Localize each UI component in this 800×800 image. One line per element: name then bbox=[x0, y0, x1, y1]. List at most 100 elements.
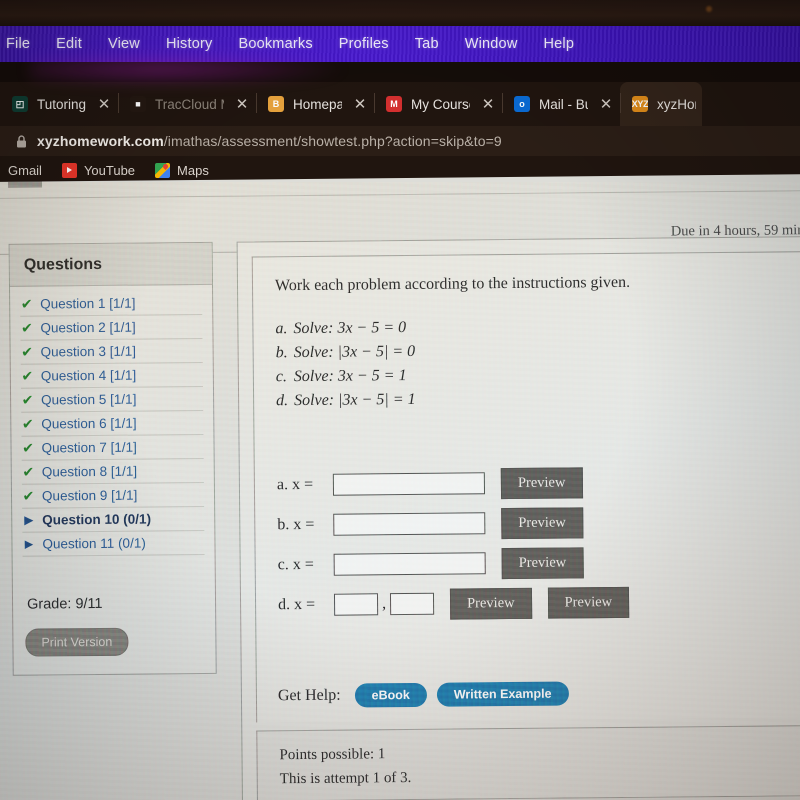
questions-title: Questions bbox=[23, 255, 103, 274]
os-menu-item-tab[interactable]: Tab bbox=[402, 36, 452, 52]
written-example-button[interactable]: Written Example bbox=[436, 681, 569, 707]
answer-row-4: d. x =, Preview Preview bbox=[278, 580, 800, 625]
sidebar-question-label: Question 5 [1/1] bbox=[41, 391, 137, 408]
page-divider bbox=[0, 190, 800, 199]
checkmark-icon: ✔ bbox=[22, 439, 34, 456]
os-menu-item-help[interactable]: Help bbox=[531, 36, 588, 52]
close-icon[interactable]: ✕ bbox=[234, 95, 250, 113]
bookmark-maps[interactable]: Maps bbox=[155, 162, 209, 178]
close-icon[interactable]: ✕ bbox=[598, 95, 614, 113]
sidebar-question-label: Question 3 [1/1] bbox=[40, 343, 137, 360]
print-version-button[interactable]: Print Version bbox=[25, 627, 129, 657]
answer-separator: , bbox=[381, 595, 387, 613]
os-menu-item-bookmarks[interactable]: Bookmarks bbox=[225, 36, 325, 52]
answer-input-3[interactable] bbox=[333, 552, 486, 576]
ebook-button[interactable]: eBook bbox=[354, 682, 427, 708]
sidebar-question-4[interactable]: ✔ Question 4 [1/1] bbox=[20, 362, 203, 389]
question-card: Work each problem according to the instr… bbox=[236, 235, 800, 800]
browser-tab-3[interactable]: B Homepage - ✕ bbox=[256, 82, 374, 126]
sidebar-question-1[interactable]: ✔ Question 1 [1/1] bbox=[20, 290, 203, 317]
browser-tab-2[interactable]: ■ TracCloud Ma ✕ bbox=[118, 82, 256, 126]
sidebar-question-label: Question 8 [1/1] bbox=[41, 463, 138, 480]
answer-input-2[interactable] bbox=[333, 512, 486, 536]
problem-letter: d. bbox=[276, 392, 289, 410]
checkmark-icon: ✔ bbox=[21, 367, 34, 384]
sidebar-question-label: Question 2 [1/1] bbox=[40, 319, 136, 336]
os-menu-item-file[interactable]: File bbox=[2, 36, 43, 52]
sidebar-question-11[interactable]: ▶ Question 11 (0/1) bbox=[22, 530, 205, 557]
sidebar-question-3[interactable]: ✔ Question 3 [1/1] bbox=[20, 338, 203, 365]
answer-input-4-2[interactable] bbox=[389, 592, 435, 616]
sidebar-question-label: Question 7 [1/1] bbox=[41, 439, 137, 456]
sidebar-question-8[interactable]: ✔ Question 8 [1/1] bbox=[21, 458, 204, 485]
grade-text: Grade: 9/11 bbox=[26, 595, 103, 613]
sidebar-question-7[interactable]: ✔ Question 7 [1/1] bbox=[21, 434, 204, 461]
sidebar-question-label: Question 6 [1/1] bbox=[41, 415, 137, 432]
preview-button-4-2[interactable]: Preview bbox=[547, 586, 630, 619]
problem-text: Solve: |3x − 5| = 1 bbox=[294, 390, 416, 410]
checkmark-icon: ✔ bbox=[21, 343, 34, 360]
sidebar-question-9[interactable]: ✔ Question 9 [1/1] bbox=[21, 482, 205, 509]
browser-tab-1[interactable]: ◰ Tutoring Serv ✕ bbox=[0, 82, 118, 126]
browser-tab-title: Tutoring Serv bbox=[37, 96, 86, 112]
question-body: Work each problem according to the instr… bbox=[251, 250, 800, 723]
os-menu-bar: File Edit View History Bookmarks Profiles Tab W… bbox=[0, 26, 800, 62]
browser-tab-4[interactable]: M My Course - ✕ bbox=[374, 82, 502, 126]
checkmark-icon: ✔ bbox=[20, 295, 33, 312]
checkmark-icon: ✔ bbox=[21, 391, 34, 408]
bookmark-gmail[interactable]: Gmail bbox=[8, 163, 42, 178]
bookmark-label: Gmail bbox=[8, 162, 42, 178]
sidebar-question-5[interactable]: ✔ Question 5 [1/1] bbox=[20, 386, 204, 413]
sidebar-question-10[interactable]: ▶ Question 10 (0/1) bbox=[22, 506, 205, 533]
sidebar-question-2[interactable]: ✔ Question 2 [1/1] bbox=[20, 314, 203, 341]
problem-d: d. Solve: |3x − 5| = 1 bbox=[276, 384, 800, 413]
browser-tab-strip: ◰ Tutoring Serv ✕ ■ TracCloud Ma ✕ B Homepage -… bbox=[0, 82, 800, 126]
checkmark-icon: ✔ bbox=[22, 463, 35, 480]
play-triangle-icon: ▶ bbox=[24, 538, 34, 551]
answer-label: c. x = bbox=[277, 555, 314, 574]
checkmark-icon: ✔ bbox=[20, 319, 33, 336]
get-help-row: Get Help: eBook Written Example bbox=[278, 681, 569, 708]
question-footer: Points possible: 1 This is attempt 1 of … bbox=[256, 724, 800, 800]
url-text: xyzhomework.com/imathas/assessment/showt… bbox=[37, 133, 502, 149]
web-page: Due in 4 hours, 59 min Questions ✔ Questi… bbox=[0, 174, 800, 800]
browser-tab-title: My Course - bbox=[411, 96, 470, 112]
browser-tab-6[interactable]: XYZ xyzHomew bbox=[620, 82, 702, 126]
sidebar-question-6[interactable]: ✔ Question 6 [1/1] bbox=[21, 410, 204, 437]
xyz-icon: XYZ bbox=[632, 96, 648, 112]
sidebar-question-label: Question 10 (0/1) bbox=[42, 511, 152, 528]
answer-row-2: b. x = Preview bbox=[277, 500, 800, 545]
answer-label: b. x = bbox=[277, 515, 315, 534]
answer-input-4-1[interactable] bbox=[333, 593, 379, 616]
answer-input-1[interactable] bbox=[332, 472, 486, 496]
answer-label: a. x = bbox=[276, 475, 314, 494]
close-icon[interactable]: ✕ bbox=[352, 95, 368, 113]
close-icon[interactable]: ✕ bbox=[96, 95, 112, 113]
answer-rows: a. x = Preview b. x = Preview c. x = Preview d… bbox=[277, 460, 800, 625]
problem-letter: c. bbox=[275, 368, 288, 386]
answer-row-1: a. x = Preview bbox=[277, 460, 800, 505]
play-triangle-icon: ▶ bbox=[24, 514, 34, 527]
close-icon[interactable]: ✕ bbox=[480, 95, 496, 113]
homepage-icon: B bbox=[268, 96, 284, 112]
os-menu-item-edit[interactable]: Edit bbox=[43, 36, 95, 52]
questions-list: ✔ Question 1 [1/1] ✔ Question 2 [1/1] ✔ Quest… bbox=[10, 285, 215, 557]
preview-button-4-1[interactable]: Preview bbox=[449, 587, 532, 620]
browser-tab-5[interactable]: o Mail - Burke, ✕ bbox=[502, 82, 620, 126]
browser-tab-title: Homepage - bbox=[293, 96, 342, 112]
address-bar[interactable]: xyzhomework.com/imathas/assessment/showt… bbox=[0, 126, 800, 156]
browser-tab-title: Mail - Burke, bbox=[539, 96, 588, 112]
preview-button-1[interactable]: Preview bbox=[500, 466, 583, 499]
os-menu-item-view[interactable]: View bbox=[95, 36, 153, 52]
get-help-label: Get Help: bbox=[277, 686, 341, 705]
bookmark-youtube[interactable]: YouTube bbox=[61, 162, 135, 178]
monitor-bezel bbox=[0, 0, 800, 26]
preview-button-3[interactable]: Preview bbox=[501, 546, 584, 579]
os-menu-item-profiles[interactable]: Profiles bbox=[326, 36, 402, 52]
preview-button-2[interactable]: Preview bbox=[501, 506, 583, 539]
problem-text: Solve: 3x − 5 = 1 bbox=[293, 367, 407, 386]
os-menu-item-window[interactable]: Window bbox=[452, 36, 531, 52]
questions-sidebar: Questions ✔ Question 1 [1/1] ✔ Question 2 [… bbox=[8, 241, 217, 676]
os-menu-item-history[interactable]: History bbox=[153, 36, 226, 52]
attempt-text: This is attempt 1 of 3. bbox=[279, 769, 412, 788]
